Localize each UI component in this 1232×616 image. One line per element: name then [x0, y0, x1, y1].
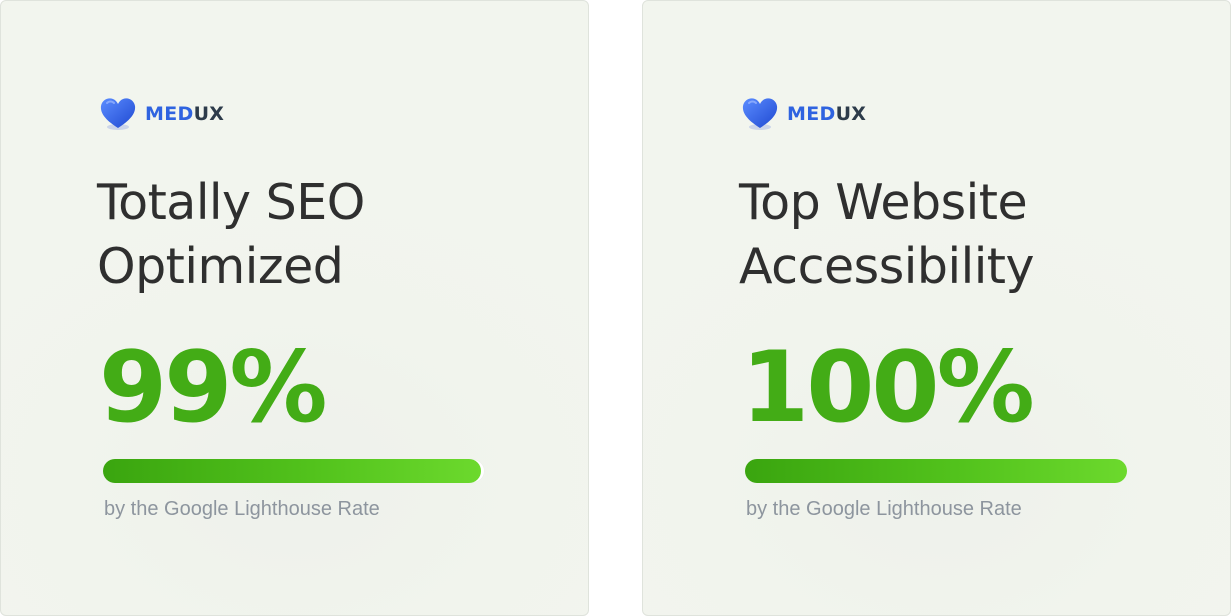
- brand-name-ux: UX: [193, 103, 225, 125]
- brand-logo: MEDUX: [99, 97, 224, 131]
- heart-icon: [742, 98, 778, 130]
- score-caption: by the Google Lighthouse Rate: [746, 498, 1022, 520]
- score-progress-fill: [103, 459, 482, 483]
- card-title-line-1: Top Website: [739, 174, 1028, 231]
- score-caption: by the Google Lighthouse Rate: [104, 498, 380, 520]
- brand-name-med: MED: [787, 103, 836, 125]
- brand-name-med: MED: [145, 103, 194, 125]
- score-progress-bar: [745, 459, 1127, 483]
- brand-logo: MEDUX: [741, 97, 866, 131]
- score-percent: 99%: [99, 331, 328, 445]
- feature-cards: MEDUX Totally SEO Optimized 99% by the G…: [0, 0, 1232, 616]
- seo-card: MEDUX Totally SEO Optimized 99% by the G…: [0, 0, 589, 616]
- heart-icon: [100, 98, 136, 130]
- brand-name: MEDUX: [787, 103, 866, 125]
- card-title: Totally SEO Optimized: [97, 171, 365, 299]
- score-percent: 100%: [741, 331, 1035, 445]
- brand-name-ux: UX: [835, 103, 867, 125]
- score-progress-fill: [745, 459, 1127, 483]
- accessibility-card: MEDUX Top Website Accessibility 100% by …: [642, 0, 1231, 616]
- card-title: Top Website Accessibility: [739, 171, 1035, 299]
- card-title-line-1: Totally SEO: [97, 174, 365, 231]
- card-title-line-2: Optimized: [97, 238, 344, 295]
- score-progress-bar: [103, 459, 485, 483]
- card-title-line-2: Accessibility: [739, 238, 1035, 295]
- brand-name: MEDUX: [145, 103, 224, 125]
